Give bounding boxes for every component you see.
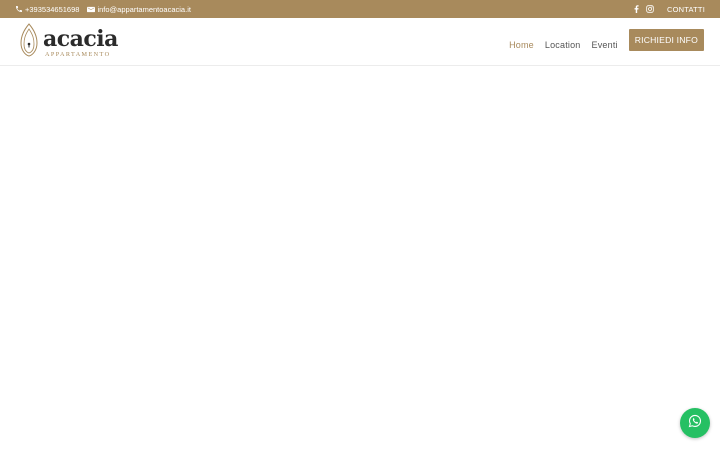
- whatsapp-icon: [688, 414, 702, 433]
- whatsapp-button[interactable]: [680, 408, 710, 438]
- envelope-icon: [87, 6, 96, 13]
- phone-number: +393534651698: [25, 4, 80, 14]
- nav-eventi[interactable]: Eventi: [592, 40, 618, 50]
- instagram-link[interactable]: [646, 5, 654, 13]
- phone-icon: [15, 5, 23, 13]
- acacia-leaf-logo-icon: [20, 22, 38, 62]
- facebook-icon: [634, 5, 639, 13]
- top-bar: +393534651698 info@appartamentoacacia.it…: [0, 0, 720, 18]
- main-header: acacia APPARTAMENTO Home Location Eventi…: [0, 18, 720, 66]
- main-nav: Home Location Eventi RICHIEDI INFO: [509, 29, 704, 56]
- phone-link[interactable]: +393534651698: [15, 5, 79, 14]
- logo-brand: acacia: [43, 26, 118, 52]
- email-link[interactable]: info@appartamentoacacia.it: [87, 5, 191, 14]
- nav-home[interactable]: Home: [509, 40, 534, 50]
- contatti-link[interactable]: CONTATTI: [667, 5, 705, 14]
- top-bar-social: CONTATTI: [634, 0, 705, 18]
- facebook-link[interactable]: [634, 5, 639, 13]
- site-logo[interactable]: acacia APPARTAMENTO: [20, 22, 120, 62]
- logo-subtitle: APPARTAMENTO: [45, 51, 111, 58]
- email-address: info@appartamentoacacia.it: [97, 4, 191, 14]
- nav-location[interactable]: Location: [545, 40, 581, 50]
- top-bar-contacts: +393534651698 info@appartamentoacacia.it: [15, 0, 191, 18]
- instagram-icon: [646, 5, 654, 13]
- cta-wrap: RICHIEDI INFO: [618, 29, 704, 51]
- richiedi-info-button[interactable]: RICHIEDI INFO: [628, 29, 704, 51]
- main-content: [0, 66, 720, 450]
